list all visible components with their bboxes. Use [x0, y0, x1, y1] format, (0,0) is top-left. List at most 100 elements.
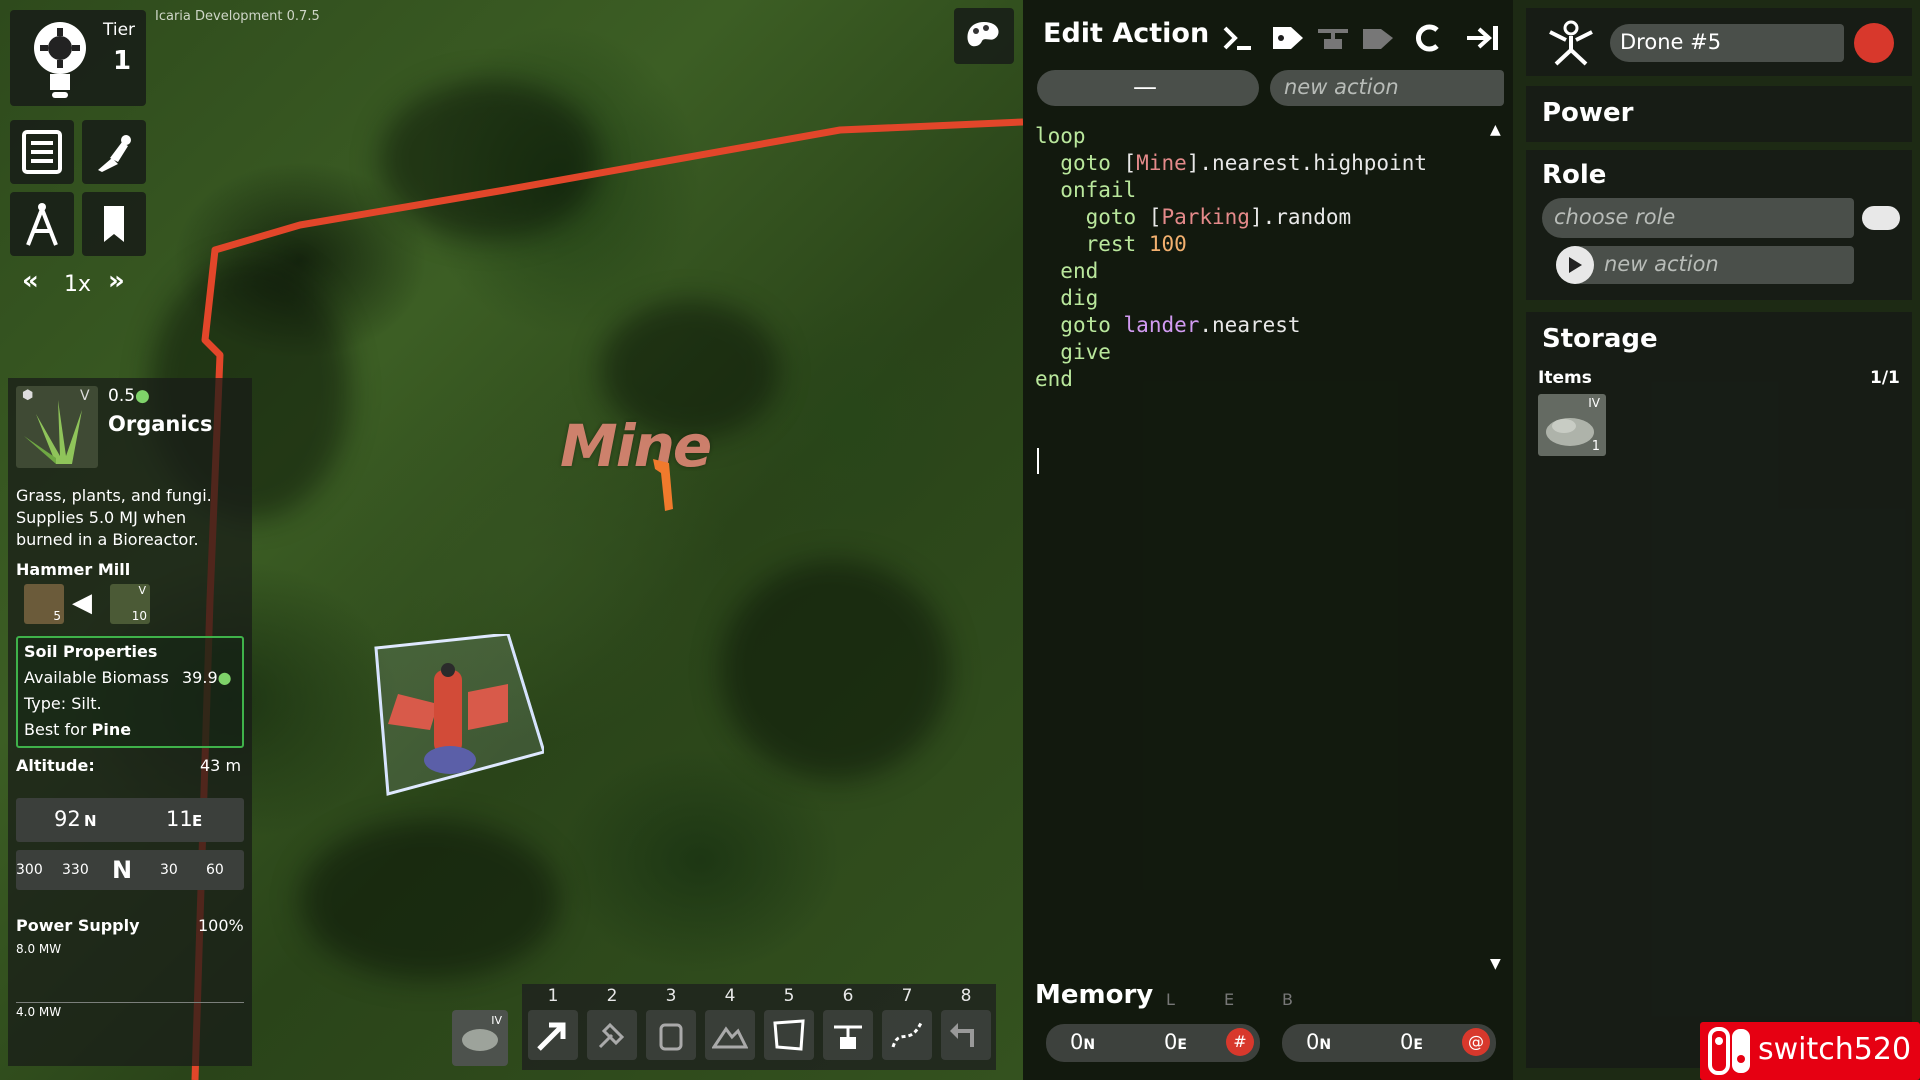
- tool-number-6: 6: [842, 986, 854, 1006]
- unit-status-indicator[interactable]: [1854, 23, 1894, 63]
- role-toggle-icon[interactable]: [1862, 206, 1900, 230]
- drone-unit[interactable]: [358, 632, 546, 798]
- coord-north-unit: N: [84, 812, 97, 830]
- code-line-4: goto [Parking].random: [1085, 205, 1352, 229]
- map-label-mine[interactable]: Mine: [560, 412, 712, 480]
- drone-unit-icon: [1549, 20, 1593, 66]
- compass-north: N: [112, 856, 133, 884]
- code-line-8: goto lander.nearest: [1060, 313, 1301, 337]
- compass-tick-60: 60: [206, 862, 224, 878]
- compass-strip: 300 330 N 30 60: [16, 850, 244, 890]
- new-action-field[interactable]: new action: [1270, 70, 1504, 106]
- unit-name-field[interactable]: Drone #5: [1610, 24, 1844, 62]
- item-description-2: Supplies 5.0 MJ when: [16, 508, 187, 527]
- remove-action-button[interactable]: —: [1037, 70, 1259, 106]
- switch-logo-icon: [1708, 1027, 1750, 1075]
- tool-dig[interactable]: [587, 1010, 637, 1060]
- play-button[interactable]: [1556, 246, 1594, 284]
- reload-button[interactable]: [1408, 18, 1448, 58]
- editor-title: Edit Action: [1043, 18, 1210, 49]
- recipe-title: Hammer Mill: [16, 560, 131, 579]
- toolbar-item-slot[interactable]: IV: [452, 1010, 508, 1066]
- robot-arm-button[interactable]: [82, 120, 146, 184]
- speed-down-button[interactable]: «: [22, 266, 39, 296]
- choose-role-placeholder: choose role: [1554, 205, 1676, 229]
- scroll-down-icon[interactable]: ▼: [1490, 956, 1501, 972]
- tool-number-1: 1: [547, 986, 559, 1006]
- compass-tool-button[interactable]: [10, 192, 74, 256]
- reg1-marker: #: [1226, 1028, 1254, 1056]
- bookmark-button[interactable]: [82, 192, 146, 256]
- memory-register-2[interactable]: 0N 0E @: [1282, 1024, 1496, 1062]
- biomass-value: 39.9●: [182, 668, 232, 687]
- items-count: 1/1: [1870, 368, 1900, 388]
- leaf-icon: ●: [135, 386, 150, 406]
- label-button[interactable]: [1358, 18, 1398, 58]
- role-new-action-text: new action: [1604, 252, 1719, 276]
- memory-register-1[interactable]: 0N 0E #: [1046, 1024, 1260, 1062]
- code-line-1: loop: [1035, 124, 1086, 148]
- recipe-output-count: 5: [53, 609, 61, 623]
- item-name: Organics: [108, 412, 213, 436]
- role-new-action-field[interactable]: new action: [1556, 246, 1854, 284]
- scroll-up-icon[interactable]: ▲: [1490, 122, 1501, 138]
- memory-col-b: B: [1282, 990, 1293, 1009]
- refresh-icon: [1416, 24, 1439, 52]
- tag-button[interactable]: [1268, 18, 1308, 58]
- items-label: Items: [1538, 368, 1592, 388]
- tool-undo[interactable]: [941, 1010, 991, 1060]
- speed-up-button[interactable]: »: [108, 266, 125, 296]
- tool-path[interactable]: [882, 1010, 932, 1060]
- biomass-label: Available Biomass: [24, 668, 169, 687]
- mine-flag-icon: [653, 459, 673, 511]
- code-line-6: end: [1060, 259, 1099, 283]
- tool-number-4: 4: [724, 986, 736, 1006]
- storage-title: Storage: [1542, 324, 1658, 354]
- watermark-badge: switch520: [1700, 1022, 1920, 1080]
- tool-area[interactable]: [764, 1010, 814, 1060]
- storage-item-slot[interactable]: IV 1: [1538, 394, 1606, 456]
- memory-col-e: E: [1224, 990, 1235, 1009]
- item-grade: V: [80, 388, 90, 404]
- coord-east-unit: E: [192, 812, 203, 830]
- drafting-compass-icon: [26, 203, 58, 246]
- drone-tag-button[interactable]: [1313, 18, 1353, 58]
- compass-tick-300: 300: [16, 862, 43, 878]
- compass-tick-330: 330: [62, 862, 89, 878]
- compass-tick-30: 30: [160, 862, 178, 878]
- role-title: Role: [1542, 160, 1607, 190]
- tool-number-8: 8: [960, 986, 972, 1006]
- tool-select[interactable]: [528, 1010, 578, 1060]
- tech-tier-button[interactable]: Tier 1: [10, 10, 146, 106]
- list-button[interactable]: [10, 120, 74, 184]
- arrow-cursor-icon: [537, 1022, 566, 1051]
- tool-build[interactable]: [646, 1010, 696, 1060]
- stone-icon: [462, 1029, 498, 1051]
- soil-properties-box: Soil Properties Available Biomass 39.9● …: [16, 636, 244, 748]
- tool-terrain[interactable]: [705, 1010, 755, 1060]
- label-tag-icon: [1363, 29, 1393, 49]
- exit-editor-button[interactable]: [1460, 18, 1506, 58]
- drone-tag-icon: [1318, 29, 1348, 49]
- tag-icon: [1273, 27, 1303, 49]
- list-icon: [22, 130, 62, 174]
- tool-drone[interactable]: [823, 1010, 873, 1060]
- unit-name: Drone #5: [1620, 30, 1722, 54]
- tool-number-3: 3: [665, 986, 677, 1006]
- memory-col-l: L: [1166, 990, 1175, 1009]
- code-line-10: end: [1035, 367, 1073, 391]
- palette-icon: [967, 22, 999, 47]
- play-icon: [1569, 257, 1582, 273]
- recipe-output-slot[interactable]: 5: [24, 584, 64, 624]
- soil-best-for: Best for Pine: [24, 720, 132, 739]
- reg2-marker: @: [1462, 1028, 1490, 1056]
- terminal-icon: [1223, 26, 1251, 50]
- paint-button[interactable]: [954, 8, 1014, 64]
- power-low-label: 4.0 MW: [16, 1005, 62, 1019]
- terminal-button[interactable]: [1218, 18, 1258, 58]
- memory-title: Memory: [1035, 980, 1154, 1010]
- exit-arrow-icon: [1467, 26, 1498, 50]
- choose-role-field[interactable]: choose role: [1542, 198, 1854, 238]
- soil-title: Soil Properties: [24, 642, 158, 661]
- recipe-input-slot[interactable]: V 10: [110, 584, 150, 624]
